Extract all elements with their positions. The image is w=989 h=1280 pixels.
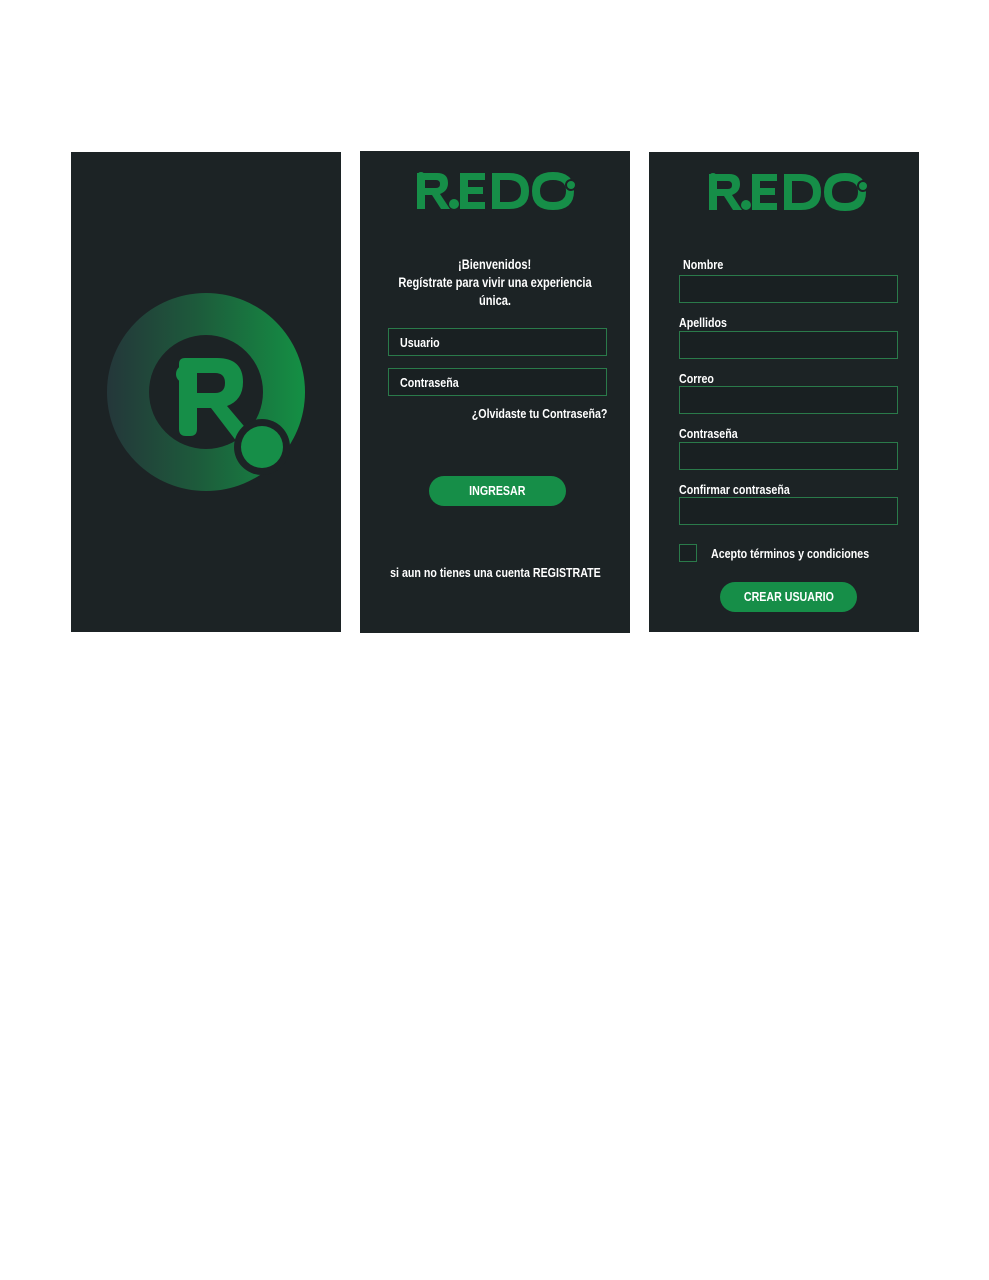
name-input[interactable] bbox=[679, 275, 898, 303]
password-placeholder: Contraseña bbox=[400, 375, 459, 390]
login-button-label: INGRESAR bbox=[469, 483, 526, 498]
password-input[interactable] bbox=[679, 442, 898, 470]
password-label: Contraseña bbox=[679, 426, 751, 441]
welcome-subtitle: Regístrate para vivir una experiencia ún… bbox=[398, 275, 592, 308]
password-input[interactable]: Contraseña bbox=[388, 368, 607, 396]
forgot-password-label: ¿Olvidaste tu Contraseña? bbox=[471, 406, 607, 421]
confirm-password-input[interactable] bbox=[679, 497, 898, 525]
terms-label-text: Acepto términos y condiciones bbox=[711, 546, 870, 561]
create-user-button[interactable]: CREAR USUARIO bbox=[720, 582, 857, 612]
confirm-password-label-text: Confirmar contraseña bbox=[679, 482, 790, 497]
email-label-text: Correo bbox=[679, 371, 714, 386]
welcome-heading: ¡Bienvenidos! bbox=[458, 257, 532, 272]
forgot-password-link[interactable]: ¿Olvidaste tu Contraseña? bbox=[442, 406, 607, 421]
lastname-label-text: Apellidos bbox=[679, 315, 727, 330]
lastname-input[interactable] bbox=[679, 331, 898, 359]
redo-logo bbox=[417, 172, 575, 210]
terms-label: Acepto términos y condiciones bbox=[711, 546, 904, 561]
confirm-password-label: Confirmar contraseña bbox=[679, 482, 814, 497]
name-label-text: Nombre bbox=[683, 257, 724, 272]
login-button[interactable]: INGRESAR bbox=[429, 476, 566, 506]
redo-r-icon bbox=[107, 293, 305, 491]
name-label: Nombre bbox=[683, 257, 732, 272]
password-label-text: Contraseña bbox=[679, 426, 738, 441]
username-input[interactable]: Usuario bbox=[388, 328, 607, 356]
welcome-text: ¡Bienvenidos! Regístrate para vivir una … bbox=[360, 256, 630, 310]
create-user-button-label: CREAR USUARIO bbox=[743, 589, 834, 604]
login-screen: ¡Bienvenidos! Regístrate para vivir una … bbox=[360, 151, 630, 633]
register-prompt-label: si aun no tienes una cuenta REGISTRATE bbox=[389, 565, 601, 580]
terms-checkbox[interactable] bbox=[679, 544, 697, 562]
lastname-label: Apellidos bbox=[679, 315, 738, 330]
register-screen: Nombre Apellidos Correo Contraseña Confi… bbox=[649, 152, 919, 632]
splash-screen bbox=[71, 152, 341, 632]
username-placeholder: Usuario bbox=[400, 335, 440, 350]
email-input[interactable] bbox=[679, 386, 898, 414]
register-prompt-link[interactable]: si aun no tienes una cuenta REGISTRATE bbox=[360, 565, 630, 580]
redo-logo bbox=[709, 173, 867, 211]
email-label: Correo bbox=[679, 371, 722, 386]
